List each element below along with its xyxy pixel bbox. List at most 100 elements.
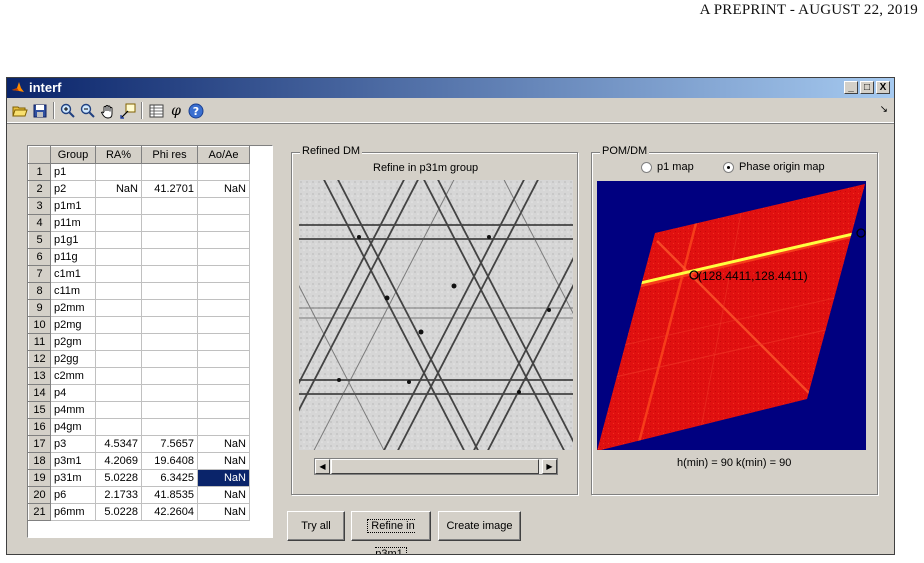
table-cell[interactable] [95,367,142,385]
table-row[interactable]: 15 p4mm [28,401,250,419]
scroll-thumb[interactable] [331,459,539,474]
table-cell[interactable]: p2 [50,180,96,198]
table-cell[interactable]: NaN [197,503,250,521]
table-cell[interactable]: NaN [197,486,250,504]
table-cell[interactable] [95,231,142,249]
table-row[interactable]: 10 p2mg [28,316,250,334]
table-cell[interactable]: p2mm [50,299,96,317]
table-cell[interactable]: p2gm [50,333,96,351]
table-row[interactable]: 4 p11m [28,214,250,232]
table-cell[interactable] [141,418,198,436]
table-cell[interactable]: p11g [50,248,96,266]
table-cell[interactable] [95,163,142,181]
table-row[interactable]: 11 p2gm [28,333,250,351]
table-cell[interactable] [95,299,142,317]
table-cell[interactable]: p4gm [50,418,96,436]
table-cell[interactable] [95,333,142,351]
pan-hand-icon[interactable] [99,102,117,119]
table-cell[interactable]: 4.5347 [95,435,142,453]
table-row[interactable]: 21 p6mm 5.0228 42.2604 NaN [28,503,250,521]
phase-origin-map-label[interactable]: Phase origin map [739,161,825,173]
table-row[interactable]: 13 c2mm [28,367,250,385]
table-cell[interactable] [141,384,198,402]
table-cell[interactable]: NaN [197,452,250,470]
table-cell[interactable] [197,401,250,419]
table-cell[interactable]: 6.3425 [141,469,198,487]
table-cell[interactable]: c11m [50,282,96,300]
table-cell[interactable]: 41.8535 [141,486,198,504]
table-cell[interactable] [141,401,198,419]
table-cell[interactable] [197,265,250,283]
table-cell[interactable] [197,197,250,215]
table-cell[interactable] [141,350,198,368]
table-cell[interactable] [197,418,250,436]
table-cell[interactable] [197,367,250,385]
table-row[interactable]: 18 p3m1 4.2069 19.6408 NaN [28,452,250,470]
table-cell[interactable] [197,248,250,266]
table-cell[interactable]: p4mm [50,401,96,419]
table-cell[interactable]: NaN [197,469,250,487]
table-row[interactable]: 17 p3 4.5347 7.5657 NaN [28,435,250,453]
table-cell[interactable] [141,163,198,181]
table-cell[interactable]: NaN [197,435,250,453]
table-cell[interactable] [95,265,142,283]
table-cell[interactable] [95,248,142,266]
table-cell[interactable] [141,333,198,351]
table-row[interactable]: 6 p11g [28,248,250,266]
table-row[interactable]: 16 p4gm [28,418,250,436]
table-cell[interactable]: 42.2604 [141,503,198,521]
try-all-button[interactable]: Try all [287,511,345,541]
table-cell[interactable]: p6mm [50,503,96,521]
column-header[interactable]: Phi res [141,146,198,164]
table-cell[interactable] [197,231,250,249]
table-row[interactable]: 1 p1 [28,163,250,181]
table-cell[interactable] [197,316,250,334]
table-cell[interactable] [141,248,198,266]
table-cell[interactable] [141,265,198,283]
horizontal-scrollbar[interactable]: ◀ ▶ [314,458,558,475]
open-folder-icon[interactable] [11,102,29,119]
scroll-left-button[interactable]: ◀ [315,459,330,474]
table-cell[interactable]: c2mm [50,367,96,385]
dock-arrow-icon[interactable]: ↘ [880,104,888,115]
table-cell[interactable]: p1g1 [50,231,96,249]
table-cell[interactable]: 5.0228 [95,503,142,521]
table-cell[interactable] [141,299,198,317]
table-cell[interactable] [141,197,198,215]
table-cell[interactable]: p1 [50,163,96,181]
scroll-right-button[interactable]: ▶ [542,459,557,474]
table-cell[interactable]: NaN [95,180,142,198]
refine-button[interactable]: Refine in p3m1 [351,511,431,554]
table-cell[interactable]: 4.2069 [95,452,142,470]
table-row[interactable]: 9 p2mm [28,299,250,317]
p1-map-label[interactable]: p1 map [657,161,694,173]
table-row[interactable]: 8 c11m [28,282,250,300]
table-cell[interactable] [141,231,198,249]
phase-origin-map-radio[interactable] [723,162,734,173]
phase-origin-map[interactable]: (128.4411,128.4411) [597,181,866,450]
table-cell[interactable]: 41.2701 [141,180,198,198]
data-cursor-icon[interactable] [119,102,137,119]
table-cell[interactable] [95,350,142,368]
table-cell[interactable]: p2mg [50,316,96,334]
table-cell[interactable]: 5.0228 [95,469,142,487]
save-icon[interactable] [31,102,49,119]
table-cell[interactable]: 2.1733 [95,486,142,504]
table-cell[interactable] [197,282,250,300]
table-row[interactable]: 7 c1m1 [28,265,250,283]
phi-icon[interactable]: φ [167,102,185,119]
help-icon[interactable]: ? [187,102,205,119]
maximize-button[interactable]: □ [860,81,874,94]
table-cell[interactable]: p2gg [50,350,96,368]
table-row[interactable]: 12 p2gg [28,350,250,368]
table-row[interactable]: 2 p2 NaN 41.2701 NaN [28,180,250,198]
table-cell[interactable]: p4 [50,384,96,402]
close-button[interactable]: X [876,81,890,94]
table-cell[interactable] [95,401,142,419]
table-cell[interactable]: p6 [50,486,96,504]
table-cell[interactable]: 7.5657 [141,435,198,453]
table-cell[interactable] [141,367,198,385]
table-icon[interactable] [147,102,165,119]
table-cell[interactable] [197,214,250,232]
table-cell[interactable] [197,163,250,181]
